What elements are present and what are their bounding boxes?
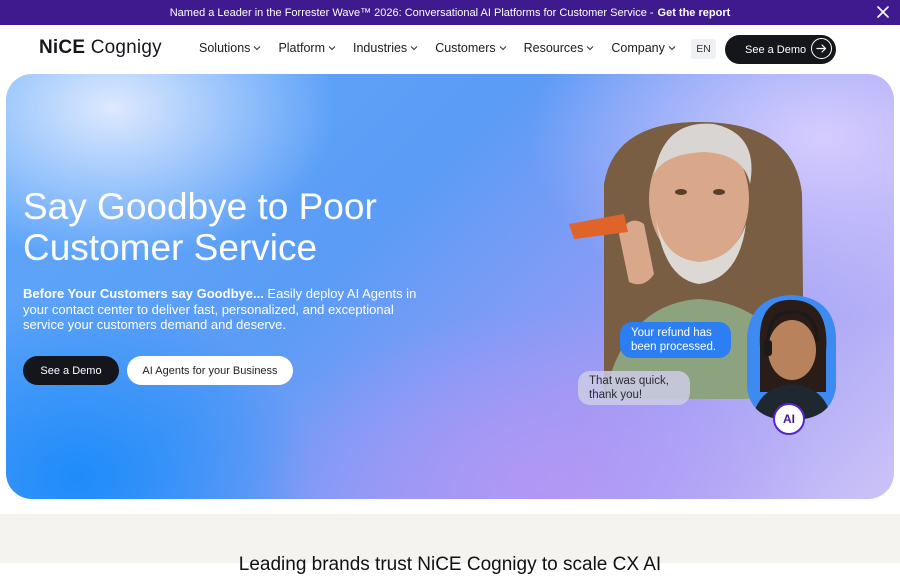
top-navigation: NiCE Cognigy Solutions Platform Industri… (0, 25, 900, 73)
trusted-brands-section: Leading brands trust NiCE Cognigy to sca… (0, 499, 900, 575)
nav-platform[interactable]: Platform (278, 41, 336, 55)
chevron-down-icon (410, 46, 418, 51)
trusted-brands-heading: Leading brands trust NiCE Cognigy to sca… (238, 554, 662, 575)
hero-subtitle: Before Your Customers say Goodbye... Eas… (23, 286, 423, 333)
banner-text: Named a Leader in the Forrester Wave™ 20… (169, 6, 654, 19)
get-report-link[interactable]: Get the report (658, 7, 731, 19)
hero-section: Say Goodbye to Poor Customer Service Bef… (6, 74, 894, 499)
nav-label: Solutions (199, 41, 251, 55)
main-menu: Solutions Platform Industries Customers … (199, 41, 693, 55)
logo-brand: NiCE (39, 37, 86, 58)
ai-agents-button[interactable]: AI Agents for your Business (127, 356, 293, 385)
nav-resources[interactable]: Resources (524, 41, 595, 55)
hero-subtitle-bold: Before Your Customers say Goodbye... (23, 286, 264, 301)
chevron-down-icon (586, 46, 594, 51)
see-demo-button[interactable]: See a Demo (23, 356, 119, 385)
close-icon[interactable] (876, 5, 890, 19)
nav-label: Industries (352, 41, 408, 55)
demo-label: See a Demo (745, 43, 807, 56)
chevron-down-icon (499, 46, 507, 51)
agent-chat-bubble: Your refund has been processed. (620, 322, 731, 358)
ai-badge-icon: AI (773, 403, 805, 435)
nav-label: Resources (523, 41, 584, 55)
customer-chat-bubble: That was quick, thank you! (578, 371, 690, 405)
chevron-down-icon (668, 46, 676, 51)
nav-label: Company (611, 41, 665, 55)
arrow-right-icon (811, 38, 832, 59)
hero-title: Say Goodbye to Poor Customer Service (23, 186, 377, 268)
nav-industries[interactable]: Industries (353, 41, 418, 55)
nav-customers[interactable]: Customers (435, 41, 507, 55)
nav-company[interactable]: Company (611, 41, 676, 55)
nav-label: Platform (278, 41, 325, 55)
nav-solutions[interactable]: Solutions (199, 41, 261, 55)
announcement-banner[interactable]: Named a Leader in the Forrester Wave™ 20… (0, 0, 900, 25)
logo[interactable]: NiCE Cognigy (39, 37, 162, 59)
see-demo-nav-button[interactable]: See a Demo (725, 35, 836, 64)
language-selector[interactable]: EN (691, 39, 716, 59)
chevron-down-icon (328, 46, 336, 51)
chevron-down-icon (254, 46, 261, 51)
nav-label: Customers (435, 41, 496, 55)
logo-product: Cognigy (90, 37, 162, 58)
